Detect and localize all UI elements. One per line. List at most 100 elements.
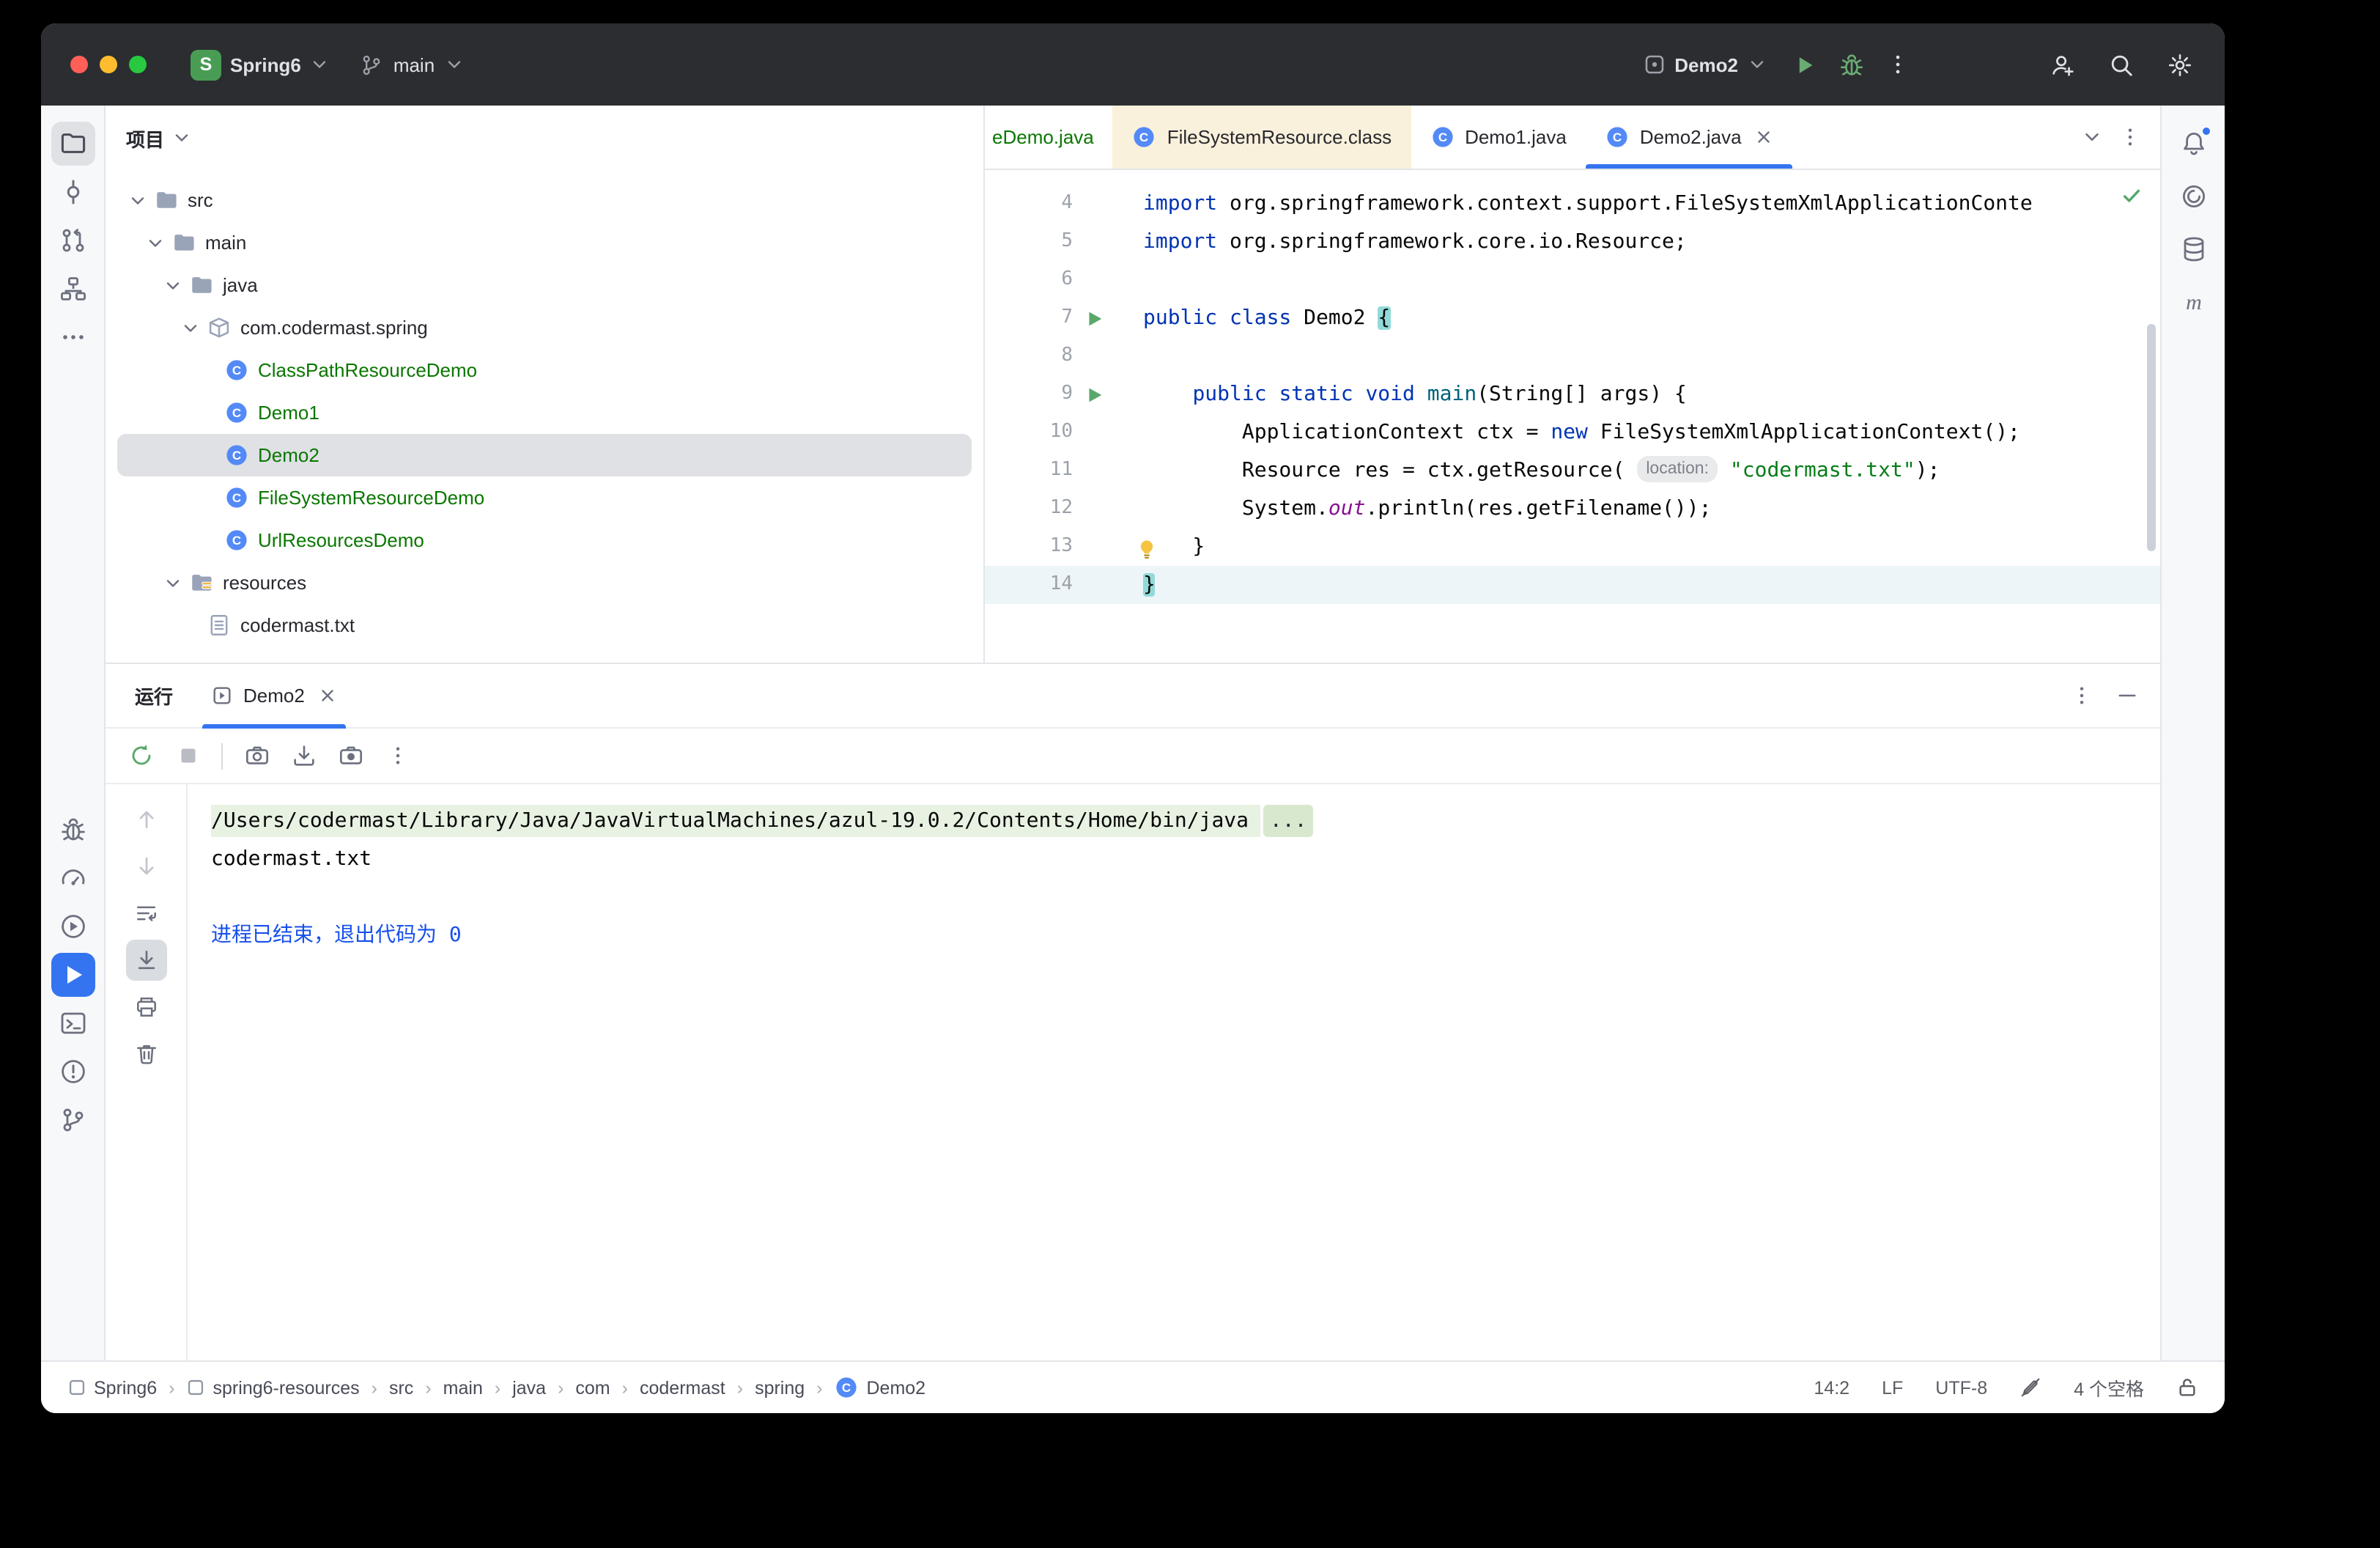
- stop-button[interactable]: [167, 735, 208, 776]
- clear-console-trash-icon[interactable]: [125, 1033, 166, 1075]
- more-actions-icon[interactable]: [1876, 43, 1920, 86]
- run-line-icon[interactable]: [1083, 383, 1105, 405]
- run-button[interactable]: [1782, 43, 1826, 86]
- memory-snapshot-camera-icon[interactable]: [330, 735, 371, 776]
- chevron-down-icon[interactable]: [144, 232, 166, 254]
- editor-scrollbar[interactable]: [2147, 324, 2156, 551]
- breadcrumb-com[interactable]: com: [575, 1377, 610, 1398]
- close-tab-icon[interactable]: [318, 686, 337, 705]
- tool-button-notifications[interactable]: [2171, 122, 2215, 166]
- minimize-window-button[interactable]: [100, 56, 117, 73]
- tab-options-kebab-icon[interactable]: [2118, 125, 2143, 150]
- code-text[interactable]: public class Demo2 {: [1117, 299, 1390, 337]
- tree-item-Demo2[interactable]: CDemo2: [117, 434, 972, 476]
- tree-item-Demo1[interactable]: CDemo1: [117, 391, 972, 434]
- tool-button-structure[interactable]: [51, 267, 95, 311]
- tool-button-terminal[interactable]: [51, 1001, 95, 1045]
- console-options-kebab-icon[interactable]: [377, 735, 418, 776]
- code-text[interactable]: [1117, 337, 1143, 375]
- branch-widget[interactable]: main: [348, 45, 476, 84]
- project-panel-header[interactable]: 项目: [106, 106, 983, 170]
- breadcrumb-spring6-resources[interactable]: spring6-resources: [187, 1377, 360, 1398]
- fold-ellipsis[interactable]: ...: [1264, 805, 1313, 837]
- tree-item-UrlResourcesDemo[interactable]: CUrlResourcesDemo: [117, 519, 972, 561]
- editor-tab-Demo2.java[interactable]: CDemo2.java: [1586, 106, 1793, 169]
- thread-dump-camera-icon[interactable]: [236, 735, 277, 776]
- rerun-button[interactable]: [120, 735, 161, 776]
- tool-button-project-folder[interactable]: [51, 122, 95, 166]
- close-window-button[interactable]: [70, 56, 88, 73]
- code-text[interactable]: [1117, 261, 1143, 299]
- tool-button-ai-assistant[interactable]: [2171, 174, 2215, 218]
- code-text[interactable]: ApplicationContext ctx = new FileSystemX…: [1117, 413, 2020, 452]
- breadcrumb-Spring6[interactable]: Spring6: [67, 1377, 157, 1398]
- import-into-console-icon[interactable]: [283, 735, 324, 776]
- code-text[interactable]: import org.springframework.core.io.Resou…: [1117, 223, 1687, 261]
- tool-button-more[interactable]: [51, 315, 95, 359]
- chevron-down-icon[interactable]: [126, 189, 148, 211]
- tree-item-ClassPathResourceDemo[interactable]: CClassPathResourceDemo: [117, 349, 972, 391]
- caret-position[interactable]: 14:2: [1814, 1377, 1849, 1398]
- editor-tab-Demo1.java[interactable]: CDemo1.java: [1411, 106, 1586, 169]
- hide-panel-icon[interactable]: [2115, 683, 2140, 708]
- print-icon[interactable]: [125, 987, 166, 1028]
- tool-button-pull-requests[interactable]: [51, 218, 95, 262]
- tree-item-src[interactable]: src: [117, 179, 972, 221]
- run-configuration-selector[interactable]: Demo2: [1630, 45, 1779, 84]
- run-line-icon[interactable]: [1083, 307, 1105, 329]
- chevron-down-icon[interactable]: [161, 572, 183, 594]
- tool-button-problems[interactable]: [51, 1050, 95, 1094]
- breadcrumb-main[interactable]: main: [443, 1377, 483, 1398]
- breadcrumb-java[interactable]: java: [512, 1377, 546, 1398]
- breadcrumb-codermast[interactable]: codermast: [640, 1377, 725, 1398]
- code-with-me-icon[interactable]: [2040, 43, 2084, 86]
- close-tab-icon[interactable]: [1755, 128, 1774, 147]
- editor-tab-FileSystemResource.class[interactable]: CFileSystemResource.class: [1113, 106, 1411, 169]
- prev-occurrence-icon[interactable]: [125, 799, 166, 840]
- tree-item-java[interactable]: java: [117, 264, 972, 306]
- tool-button-maven[interactable]: m: [2171, 280, 2215, 324]
- project-widget[interactable]: S Spring6: [179, 42, 342, 87]
- indent-setting[interactable]: 4 个空格: [2074, 1374, 2144, 1401]
- tree-item-main[interactable]: main: [117, 221, 972, 264]
- code-text[interactable]: public static void main(String[] args) {: [1117, 375, 1687, 413]
- tool-button-debug[interactable]: [51, 808, 95, 852]
- lock-icon[interactable]: [2176, 1376, 2198, 1398]
- tree-item-FileSystemResourceDemo[interactable]: CFileSystemResourceDemo: [117, 476, 972, 519]
- code-text[interactable]: System.out.println(res.getFilename());: [1117, 490, 1712, 528]
- tree-item-resources[interactable]: resources: [117, 561, 972, 604]
- tree-item-com.codermast.spring[interactable]: com.codermast.spring: [117, 306, 972, 349]
- code-text[interactable]: Resource res = ctx.getResource( location…: [1117, 452, 1940, 490]
- console-output[interactable]: /Users/codermast/Library/Java/JavaVirtua…: [188, 784, 2160, 1360]
- highlighting-pen-icon[interactable]: [2019, 1376, 2041, 1398]
- inspections-ok-check-icon[interactable]: [2121, 185, 2143, 213]
- code-text[interactable]: }: [1117, 528, 1205, 566]
- code-text[interactable]: import org.springframework.context.suppo…: [1117, 185, 2033, 223]
- tool-button-version-control[interactable]: [51, 1098, 95, 1142]
- chevron-down-icon[interactable]: [179, 317, 201, 339]
- chevron-down-icon[interactable]: [161, 274, 183, 296]
- code-text[interactable]: }: [1117, 566, 1156, 604]
- tool-button-profiler[interactable]: [51, 856, 95, 900]
- settings-gear-icon[interactable]: [2157, 43, 2201, 86]
- editor-tab-eDemo.java[interactable]: eDemo.java: [985, 106, 1113, 169]
- line-separator[interactable]: LF: [1882, 1377, 1903, 1398]
- breadcrumb-spring[interactable]: spring: [755, 1377, 805, 1398]
- debug-button[interactable]: [1829, 43, 1873, 86]
- zoom-window-button[interactable]: [129, 56, 147, 73]
- tool-button-run[interactable]: [51, 953, 95, 997]
- hidden-tabs-chevron-icon[interactable]: [2081, 126, 2103, 148]
- tree-item-codermast.txt[interactable]: codermast.txt: [117, 604, 972, 646]
- code-area[interactable]: 4import org.springframework.context.supp…: [985, 170, 2160, 663]
- scroll-to-end-icon[interactable]: [125, 940, 166, 981]
- breadcrumb-src[interactable]: src: [389, 1377, 413, 1398]
- tool-button-services[interactable]: [51, 904, 95, 948]
- panel-options-kebab-icon[interactable]: [2069, 683, 2094, 708]
- run-panel-title[interactable]: 运行: [135, 682, 173, 710]
- next-occurrence-icon[interactable]: [125, 846, 166, 887]
- breadcrumb-Demo2[interactable]: CDemo2: [835, 1375, 926, 1400]
- tool-button-database[interactable]: [2171, 227, 2215, 271]
- run-tab-demo2[interactable]: Demo2: [202, 664, 346, 727]
- search-everywhere-icon[interactable]: [2099, 43, 2143, 86]
- tool-button-commit[interactable]: [51, 170, 95, 214]
